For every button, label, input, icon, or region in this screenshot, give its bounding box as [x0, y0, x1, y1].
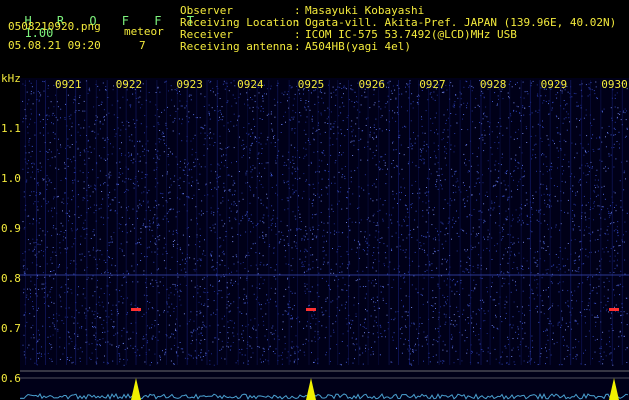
antenna-value: A504HB(yagi 4el): [305, 40, 411, 53]
x-tick-label: 0925: [297, 78, 325, 91]
antenna-sep: :: [294, 40, 301, 53]
y-tick-label: 1.0: [1, 172, 21, 185]
x-tick-label: 0922: [115, 78, 143, 91]
x-tick-label: 0930: [601, 78, 628, 91]
x-tick-label: 0927: [419, 78, 446, 91]
y-axis-unit: kHz: [1, 72, 21, 85]
antenna-label: Receiving antenna: [180, 40, 293, 53]
meteor-echo: [131, 308, 141, 311]
meteor-label: meteor: [124, 25, 164, 38]
spectrogram: [19, 78, 629, 400]
file-datetime: 05.08.21 09:20: [8, 39, 101, 52]
x-tick-label: 0929: [540, 78, 568, 91]
x-tick-label: 0923: [176, 78, 203, 91]
x-tick-label: 0924: [237, 78, 264, 91]
meteor-count: 7: [139, 39, 146, 52]
x-tick-label: 0928: [479, 78, 507, 91]
y-tick-label: 0.6: [1, 372, 21, 385]
x-tick-label: 0926: [358, 78, 386, 91]
y-tick-label: 0.9: [1, 222, 21, 235]
y-tick-label: 0.8: [1, 272, 21, 285]
y-tick-label: 0.7: [1, 322, 21, 335]
meteor-echo: [306, 308, 316, 311]
y-tick-label: 1.1: [1, 122, 21, 135]
file-name: 0508210920.png: [8, 20, 101, 33]
x-tick-label: 0921: [55, 78, 82, 91]
meteor-echo: [609, 308, 619, 311]
